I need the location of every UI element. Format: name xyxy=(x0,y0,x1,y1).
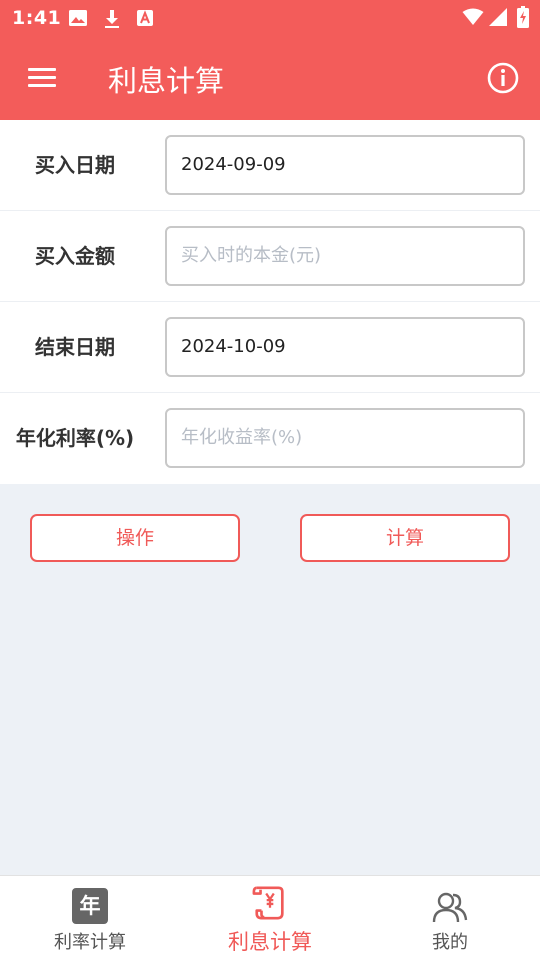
page-title: 利息计算 xyxy=(108,64,225,98)
status-bar: 1:41 xyxy=(0,0,540,36)
buy-amount-input[interactable]: 买入时的本金(元) xyxy=(165,226,525,286)
interest-form: 买入日期 2024-09-09 买入金额 买入时的本金(元) 结束日期 2024… xyxy=(0,120,540,484)
calculate-button[interactable]: 计算 xyxy=(300,514,510,562)
users-icon xyxy=(432,892,468,923)
menu-icon[interactable] xyxy=(22,60,62,96)
end-date-row: 结束日期 2024-10-09 xyxy=(0,302,540,393)
signal-icon xyxy=(489,8,507,26)
annual-rate-row: 年化利率(%) 年化收益率(%) xyxy=(0,393,540,484)
image-icon xyxy=(69,10,87,26)
annual-rate-label: 年化利率(%) xyxy=(15,426,135,450)
battery-charging-icon xyxy=(517,6,529,28)
operate-button[interactable]: 操作 xyxy=(30,514,240,562)
buy-amount-label: 买入金额 xyxy=(35,244,115,268)
scroll-yen-icon xyxy=(252,886,284,920)
wifi-icon xyxy=(462,8,484,25)
bottom-nav: 年 利率计算 利息计算 我的 xyxy=(0,875,540,960)
info-icon[interactable] xyxy=(486,61,520,95)
buy-amount-row: 买入金额 买入时的本金(元) xyxy=(0,211,540,302)
nav-label-rate-calc: 利率计算 xyxy=(54,932,126,953)
end-date-label: 结束日期 xyxy=(35,335,115,359)
buy-date-row: 买入日期 2024-09-09 xyxy=(0,120,540,211)
font-icon xyxy=(137,10,153,26)
buy-date-label: 买入日期 xyxy=(35,153,115,177)
buy-date-field[interactable]: 2024-09-09 xyxy=(165,135,525,195)
nav-item-rate-calc[interactable]: 年 利率计算 xyxy=(0,876,180,960)
annual-rate-input[interactable]: 年化收益率(%) xyxy=(165,408,525,468)
nav-item-interest-calc[interactable]: 利息计算 xyxy=(180,876,360,960)
calendar-year-icon-text: 年 xyxy=(79,894,101,918)
nav-label-mine: 我的 xyxy=(432,932,468,953)
status-time: 1:41 xyxy=(12,7,62,29)
nav-item-mine[interactable]: 我的 xyxy=(360,876,540,960)
nav-label-interest-calc: 利息计算 xyxy=(228,930,312,954)
download-icon xyxy=(105,10,119,28)
app-bar: 利息计算 xyxy=(0,36,540,120)
end-date-field[interactable]: 2024-10-09 xyxy=(165,317,525,377)
